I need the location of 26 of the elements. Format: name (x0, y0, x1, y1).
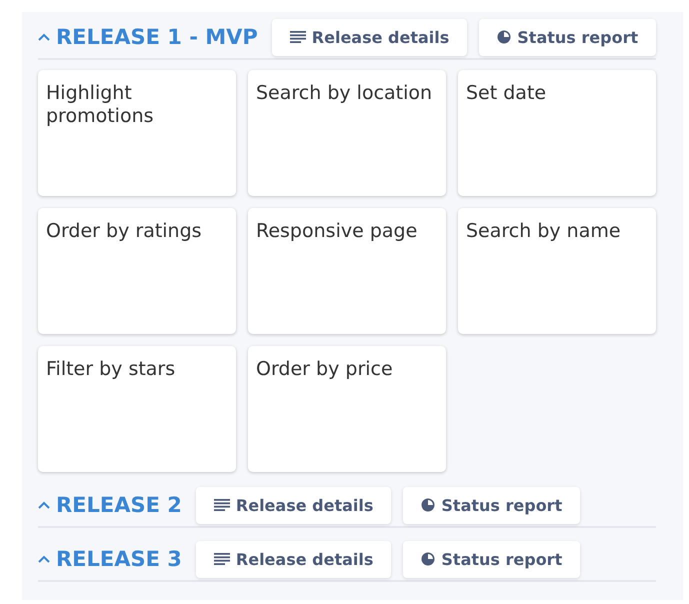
pie-chart-icon (421, 498, 436, 512)
release-details-button[interactable]: Release details (196, 486, 392, 524)
chevron-up-icon[interactable] (38, 33, 50, 41)
chevron-up-icon[interactable] (38, 501, 50, 509)
release-details-button[interactable]: Release details (272, 18, 468, 56)
story-card[interactable]: Highlight promotions (38, 70, 236, 196)
release-details-button[interactable]: Release details (196, 540, 392, 578)
lines-icon (290, 31, 306, 43)
release-title: RELEASE 2 (56, 493, 182, 517)
story-card[interactable]: Filter by stars (38, 346, 236, 472)
lines-icon (214, 499, 230, 511)
story-card[interactable]: Search by name (458, 208, 656, 334)
chevron-up-icon[interactable] (38, 555, 50, 563)
story-card[interactable]: Order by ratings (38, 208, 236, 334)
lines-icon (214, 553, 230, 565)
story-card[interactable]: Search by location (248, 70, 446, 196)
release-title: RELEASE 1 - MVP (56, 25, 258, 49)
status-report-button[interactable]: Status report (403, 540, 580, 578)
story-card[interactable]: Responsive page (248, 208, 446, 334)
pie-chart-icon (497, 30, 512, 44)
status-report-button[interactable]: Status report (479, 18, 656, 56)
status-report-button[interactable]: Status report (403, 486, 580, 524)
pie-chart-icon (421, 552, 436, 566)
story-card[interactable]: Order by price (248, 346, 446, 472)
story-card[interactable]: Set date (458, 70, 656, 196)
release-title: RELEASE 3 (56, 547, 182, 571)
